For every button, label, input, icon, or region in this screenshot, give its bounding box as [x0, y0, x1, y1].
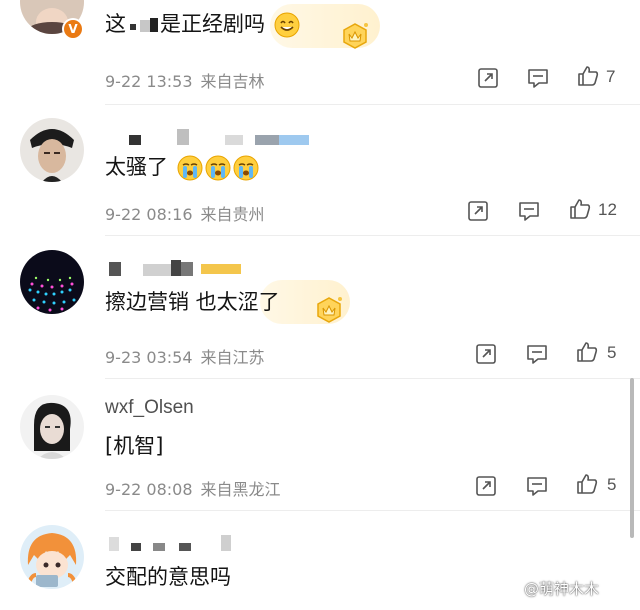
watermark: @萌神木木 — [524, 580, 600, 598]
comment-text: 擦边营销 也太涩了 — [105, 290, 280, 314]
share-icon[interactable] — [474, 342, 498, 366]
comment-meta: 9-22 08:08 来自黑龙江 — [105, 476, 281, 500]
like-count: 5 — [607, 343, 617, 362]
comment-reply-icon[interactable] — [525, 342, 549, 366]
comment-location: 来自江苏 — [200, 348, 265, 367]
like-thumb-icon[interactable] — [575, 340, 599, 364]
crying-emoji-icon — [177, 155, 203, 181]
comment-date: 9-22 13:53 — [105, 72, 193, 91]
comment-date: 9-23 03:54 — [105, 348, 193, 367]
like-thumb-icon[interactable] — [568, 197, 592, 221]
comment-location: 来自吉林 — [200, 72, 265, 91]
comment-date: 9-22 08:16 — [105, 205, 193, 224]
comment-meta: 9-22 08:16 来自贵州 — [105, 201, 265, 225]
crying-emoji-icon — [205, 155, 231, 181]
share-icon[interactable] — [466, 199, 490, 223]
share-icon[interactable] — [476, 66, 500, 90]
username[interactable]: wxf_Olsen — [105, 397, 194, 419]
fan-crown-badge-icon — [317, 297, 342, 323]
like-thumb-icon[interactable] — [575, 472, 599, 496]
comment-reply-icon[interactable] — [517, 199, 541, 223]
username-masked[interactable] — [105, 127, 315, 147]
username-masked[interactable] — [105, 258, 255, 278]
comment-reply-icon[interactable] — [526, 66, 550, 90]
comment-text: 这 是正经剧吗 — [105, 8, 300, 38]
comment-date: 9-22 08:08 — [105, 480, 193, 499]
comment-item: wxf_Olsen [机智] 9-22 08:08 来自黑龙江 5 — [0, 379, 640, 511]
like-count: 7 — [606, 67, 616, 86]
comment-text: 交配的意思吗 — [105, 565, 231, 589]
avatar[interactable] — [20, 395, 84, 459]
comment-item: V 这 是正经剧吗 9-22 13:53 来自吉林 7 — [0, 0, 640, 110]
share-icon[interactable] — [474, 474, 498, 498]
comment-location: 来自贵州 — [200, 205, 265, 224]
comment-text: 太骚了 — [105, 151, 259, 181]
redacted-block — [126, 16, 160, 34]
crying-emoji-icon — [233, 155, 259, 181]
avatar[interactable] — [20, 118, 84, 182]
like-count: 5 — [607, 475, 617, 494]
comment-meta: 9-23 03:54 来自江苏 — [105, 344, 265, 368]
like-thumb-icon[interactable] — [576, 64, 600, 88]
username-masked[interactable] — [105, 533, 235, 553]
avatar[interactable] — [20, 525, 84, 589]
verified-badge-icon: V — [62, 18, 84, 40]
comment-location: 来自黑龙江 — [200, 480, 281, 499]
comment-text: [机智] — [105, 434, 164, 458]
smile-emoji-icon — [274, 12, 300, 38]
scrollbar[interactable] — [630, 378, 634, 538]
comment-reply-icon[interactable] — [525, 474, 549, 498]
avatar[interactable] — [20, 250, 84, 314]
comment-item: 太骚了 9-22 08:16 来自贵州 12 — [0, 105, 640, 236]
like-count: 12 — [598, 200, 617, 219]
fan-crown-badge-icon — [343, 23, 368, 49]
comment-meta: 9-22 13:53 来自吉林 — [105, 68, 265, 92]
comment-item: 擦边营销 也太涩了 9-23 03:54 来自江苏 5 — [0, 236, 640, 379]
